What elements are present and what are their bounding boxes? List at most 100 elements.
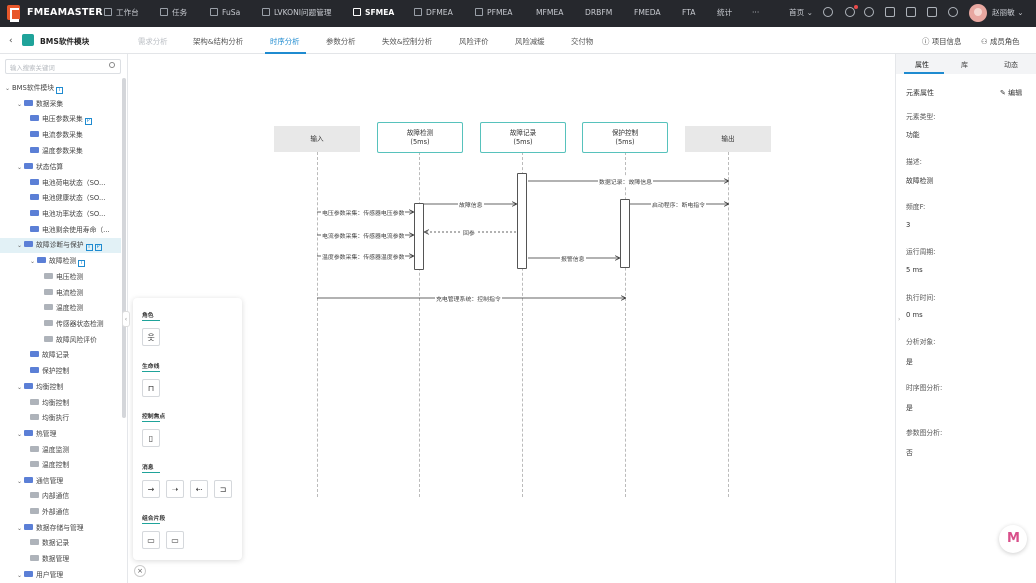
fragment-tool-button[interactable]: ▭ <box>142 531 160 549</box>
nav-fusa[interactable]: FuSa <box>210 7 240 19</box>
tree-node[interactable]: ⌄ 数据存储与管理 <box>17 521 84 536</box>
nav-workbench[interactable]: 工作台 <box>104 7 139 19</box>
tab-risk-evaluation[interactable]: 风险评价 <box>459 36 489 47</box>
nav-label: FTA <box>682 8 696 17</box>
tree-node[interactable]: 保护控制 <box>30 364 69 379</box>
tree-node[interactable]: ⌄ BMS软件模块 T <box>5 81 64 96</box>
tree-node[interactable]: 温度参数采集 <box>30 144 83 159</box>
tree-search-input[interactable]: 输入搜索关键词 <box>5 59 121 74</box>
search-icon[interactable] <box>823 7 833 17</box>
tree-scrollbar[interactable] <box>122 78 126 418</box>
tree-node[interactable]: 故障风险评价 <box>44 333 97 348</box>
tree-node[interactable]: 内部通信 <box>30 489 69 504</box>
lifeline-tool-button[interactable]: ⊓ <box>142 379 160 397</box>
nav-tasks[interactable]: 任务 <box>160 7 187 19</box>
tree-node[interactable]: 故障记录 <box>30 348 69 363</box>
members-link[interactable]: ⚇ 成员角色 <box>981 36 1020 47</box>
fragment-alt-tool-button[interactable]: ▭ <box>166 531 184 549</box>
tree-node[interactable]: 温度检测 <box>44 301 83 316</box>
tab-timing[interactable]: 时序分析 <box>270 36 300 47</box>
tree-node[interactable]: ⌄ 通信管理 <box>17 474 63 489</box>
nav-more[interactable]: ··· <box>752 7 759 19</box>
user-settings-icon[interactable] <box>948 7 958 17</box>
tree-node[interactable]: ⌄ 用户管理 <box>17 568 63 583</box>
bell-icon[interactable] <box>845 7 855 17</box>
tree-node[interactable]: 电流参数采集 <box>30 128 83 143</box>
nav-drbfm[interactable]: DRBFM <box>585 7 612 19</box>
self-message-tool-button[interactable]: ⊐ <box>214 480 232 498</box>
tree-node[interactable]: ⌄ 均衡控制 <box>17 380 63 395</box>
search-icon[interactable] <box>109 62 115 68</box>
fullscreen-icon[interactable] <box>927 7 937 17</box>
nav-sfmea[interactable]: SFMEA <box>353 7 394 19</box>
tree-node[interactable]: ⌄ 状态估算 <box>17 160 63 175</box>
tab-parameters[interactable]: 参数分析 <box>326 36 356 47</box>
tree-node[interactable]: 电流检测 <box>44 286 83 301</box>
tab-requirements[interactable]: 需求分析 <box>138 36 168 47</box>
tree-node[interactable]: 电池荷电状态（SO... <box>30 176 105 191</box>
monitor-icon[interactable] <box>906 7 916 17</box>
tree-node[interactable]: ⌄ 热管理 <box>17 427 56 442</box>
palette-close-button[interactable]: × <box>134 565 146 577</box>
tree-node[interactable]: ⌄ 故障检测 T <box>30 254 86 269</box>
issue-icon <box>262 8 270 16</box>
message-label[interactable]: 回参 <box>462 228 476 237</box>
assistant-fab-button[interactable]: M <box>999 525 1027 553</box>
user-menu[interactable]: 赵丽敏 ⌄ <box>992 7 1024 18</box>
tab-failure-control[interactable]: 失效&控制分析 <box>382 36 432 47</box>
message-label[interactable]: 故障信息 <box>458 200 484 209</box>
avatar[interactable] <box>969 4 987 22</box>
tab-properties[interactable]: 属性 <box>915 60 929 70</box>
activation-tool-button[interactable]: ▯ <box>142 429 160 447</box>
tab-risk-mitigation[interactable]: 风险减缓 <box>515 36 545 47</box>
back-button[interactable]: ‹ <box>9 36 13 46</box>
shirt-icon[interactable] <box>885 7 895 17</box>
tab-library[interactable]: 库 <box>961 60 968 70</box>
tree-node[interactable]: 温度监测 <box>30 443 69 458</box>
tree-node[interactable]: 电压参数采集 P <box>30 112 92 127</box>
tree-node-label: 热管理 <box>36 430 57 438</box>
tree-node[interactable]: 均衡控制 <box>30 396 69 411</box>
message-label[interactable]: 数据记录：故障信息 <box>598 177 654 186</box>
tree-node[interactable]: 电池健康状态（SO... <box>30 191 105 206</box>
tab-activity[interactable]: 动态 <box>1004 60 1018 70</box>
message-label[interactable]: 温度参数采集：传感器温度参数 <box>321 252 406 261</box>
nav-issue-management[interactable]: LVKONI问题管理 <box>262 7 331 19</box>
nav-pfmea[interactable]: PFMEA <box>475 7 513 19</box>
nav-fmeda[interactable]: FMEDA <box>634 7 661 19</box>
tree-node[interactable]: 温度控制 <box>30 458 69 473</box>
message-label[interactable]: 启动程序：断电指令 <box>651 200 707 209</box>
tab-deliverables[interactable]: 交付物 <box>571 36 593 47</box>
sequence-diagram-canvas[interactable]: 输入 故障检测 (5ms) 故障记录 (5ms) 保护控制 (5ms) 输出 数据记录… <box>122 54 895 583</box>
palette-collapse-handle[interactable]: ‹ <box>122 311 130 327</box>
nav-dfmea[interactable]: DFMEA <box>414 7 453 19</box>
tree-node[interactable]: 电压检测 <box>44 270 83 285</box>
return-message-tool-button[interactable]: ⇠ <box>190 480 208 498</box>
tree-node[interactable]: 外部通信 <box>30 505 69 520</box>
message-label[interactable]: 电流参数采集：传感器电流参数 <box>321 231 406 240</box>
message-label[interactable]: 报警信息 <box>560 254 586 263</box>
tree-node-selected[interactable]: ⌄ 故障诊断与保护 T P <box>17 238 102 253</box>
help-icon[interactable] <box>864 7 874 17</box>
nav-mfmea[interactable]: MFMEA <box>536 7 563 19</box>
nav-fta[interactable]: FTA <box>682 7 695 19</box>
tree-node[interactable]: 均衡执行 <box>30 411 69 426</box>
message-label[interactable]: 电压参数采集：传感器电压参数 <box>321 208 406 217</box>
tree-node[interactable]: 数据管理 <box>30 552 69 567</box>
edit-button[interactable]: ✎ 编辑 <box>1000 88 1022 98</box>
nav-statistics[interactable]: 统计 <box>717 7 732 19</box>
sync-message-tool-button[interactable]: → <box>142 480 160 498</box>
project-info-link[interactable]: ⓘ 项目信息 <box>922 36 961 47</box>
message-label[interactable]: 充电管理系统：控制指令 <box>435 294 502 303</box>
async-message-tool-button[interactable]: ➝ <box>166 480 184 498</box>
lifeline-icon: ⊓ <box>147 383 155 393</box>
panel-collapse-icon[interactable]: › <box>898 316 900 323</box>
tree-node[interactable]: 电池功率状态（SO... <box>30 207 105 222</box>
tree-node[interactable]: ⌄ 数据采集 <box>17 97 63 112</box>
tree-node[interactable]: 数据记录 <box>30 536 69 551</box>
tree-node[interactable]: 电池剩余使用寿命（... <box>30 223 110 238</box>
home-dropdown[interactable]: 首页 ⌄ <box>789 7 813 18</box>
tab-architecture[interactable]: 架构&结构分析 <box>193 36 243 47</box>
tree-node[interactable]: 传感器状态检测 <box>44 317 104 332</box>
actor-tool-button[interactable]: 웃 <box>142 328 160 346</box>
